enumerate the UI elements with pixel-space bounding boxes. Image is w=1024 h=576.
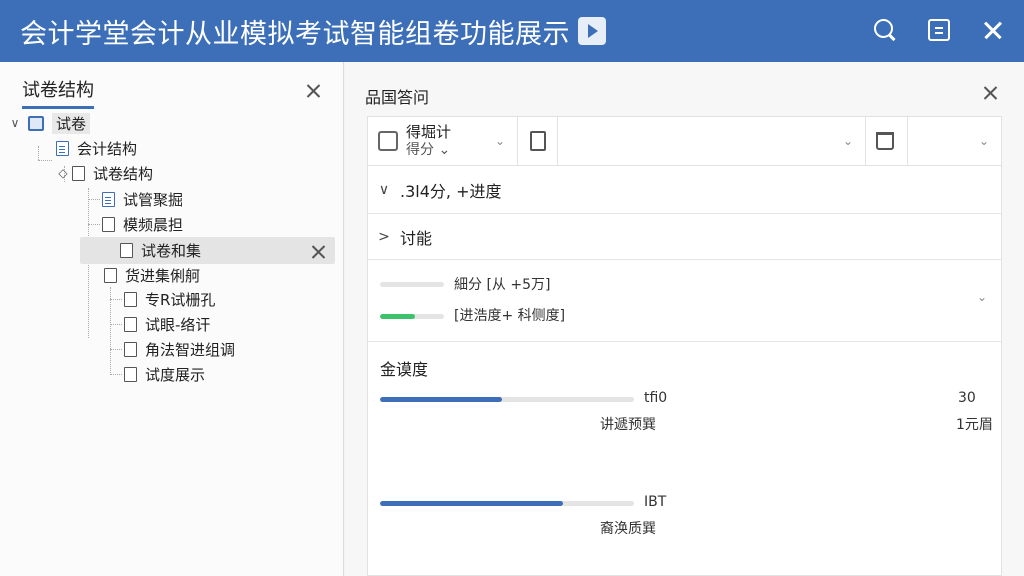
toolbar: 得堀计 得分 ⌄ ⌄ ⌄ ⌄ — [367, 116, 1002, 166]
bar-value: 30 — [958, 390, 976, 406]
tree-label: 试卷结构 — [93, 164, 154, 183]
file-icon — [530, 131, 546, 151]
tree-label: 试眼-络讦 — [145, 315, 211, 334]
chevron-down-icon[interactable]: ∨ — [10, 116, 20, 130]
tree-node-root[interactable]: ∨ 试卷 — [10, 112, 91, 134]
file-select[interactable]: ⌄ — [558, 117, 866, 165]
play-icon[interactable] — [578, 17, 606, 45]
select-label: 得堀计 — [406, 123, 452, 141]
summary-fill — [380, 397, 502, 402]
chevron-down-icon: ⌄ — [842, 134, 853, 148]
panel-title: 品国答问 — [365, 88, 430, 107]
chevron-down-icon: ∨ — [378, 181, 390, 198]
progress-bar — [380, 282, 444, 287]
chevron-down-icon: ⌄ — [978, 134, 989, 148]
tree-label: 试卷和集 — [141, 241, 202, 260]
search-icon[interactable] — [872, 17, 898, 43]
section-collapsed[interactable]: > 讨能 — [368, 214, 1001, 260]
content-card: ∨ .3l4分, +进度 > 讨能 細分 [从 +5万] [进浩度+ 科侧度] … — [367, 166, 1002, 576]
chevron-down-icon[interactable]: ◇ — [58, 166, 68, 180]
calculator-icon — [378, 131, 398, 151]
title-bar: 会计学堂会计从业模拟考试智能组卷功能展示 — [0, 0, 1024, 62]
document-icon — [102, 216, 115, 232]
section-label: 讨能 — [400, 228, 433, 248]
document-icon — [120, 242, 133, 258]
tree-node[interactable]: 模频晨担 — [102, 213, 183, 235]
chevron-down-icon[interactable]: ⌄ — [977, 290, 987, 304]
document-icon — [124, 316, 137, 332]
folder-icon — [28, 115, 44, 131]
structure-panel: 试卷结构 ∨ 试卷 会计结构 ◇ 试卷结构 试管聚掘 模频晨担 试卷和集 货进集… — [0, 62, 344, 576]
bar-sublabel: 裔涣质巽 — [600, 521, 656, 537]
tree-node[interactable]: 试眼-络讦 — [124, 313, 210, 335]
bar-label: IBT — [644, 494, 667, 510]
selected-row[interactable] — [80, 237, 335, 264]
document-icon — [104, 267, 117, 283]
document-icon — [72, 165, 85, 181]
summary-bar — [380, 501, 634, 506]
tree-node[interactable]: 会计结构 — [56, 137, 137, 159]
tree-node[interactable]: 货进集俐舸 — [104, 264, 200, 286]
score-select[interactable]: 得堀计 得分 ⌄ ⌄ — [368, 117, 518, 165]
document-icon — [56, 140, 69, 156]
file-button[interactable] — [518, 117, 558, 165]
tree-node[interactable]: 角法智进组调 — [124, 338, 235, 360]
select-sublabel: 得分 — [406, 142, 434, 158]
extra-select[interactable]: ⌄ — [908, 117, 1001, 165]
section-expanded[interactable]: ∨ .3l4分, +进度 — [368, 166, 1001, 214]
tree-label: 试管聚掘 — [123, 190, 184, 209]
trash-icon — [876, 132, 894, 150]
tree-label: 会计结构 — [77, 139, 138, 158]
progress-label: [进浩度+ 科侧度] — [454, 308, 566, 324]
tree-label: 专R试栅孔 — [145, 290, 216, 309]
details-panel: 品国答问 得堀计 得分 ⌄ ⌄ ⌄ ⌄ ∨ .3l4分, +进度 > 讨能 細分… — [345, 62, 1024, 576]
document-icon — [124, 341, 137, 357]
progress-fill — [380, 314, 416, 319]
menu-icon[interactable] — [928, 19, 950, 41]
tree-node[interactable]: 试管聚掘 — [102, 188, 183, 210]
tree-label: 货进集俐舸 — [125, 266, 201, 285]
summary-bar — [380, 397, 634, 402]
document-icon — [124, 366, 137, 382]
tree-node-selected[interactable]: 试卷和集 — [120, 239, 201, 261]
close-icon[interactable] — [980, 17, 1006, 43]
chevron-right-icon: > — [378, 228, 390, 245]
remove-item-icon[interactable] — [310, 243, 328, 261]
close-panel-icon[interactable] — [982, 84, 1000, 102]
progress-block: 細分 [从 +5万] [进浩度+ 科侧度] ⌄ — [368, 260, 1001, 342]
summary-title: 金谟度 — [380, 360, 429, 379]
bar-value-sub: 1元眉 — [956, 417, 993, 433]
tree-label: 试卷 — [52, 112, 91, 134]
trash-button[interactable] — [866, 117, 908, 165]
document-icon — [124, 291, 137, 307]
tree-label: 试度展示 — [145, 365, 206, 384]
bar-label: tfi0 — [644, 390, 668, 406]
document-icon — [102, 191, 115, 207]
bar-sublabel: 讲遞预巽 — [600, 417, 656, 433]
chevron-down-icon: ⌄ — [494, 134, 505, 148]
summary-fill — [380, 501, 563, 506]
tree-node[interactable]: ◇ 试卷结构 — [58, 162, 153, 184]
tree-node[interactable]: 试度展示 — [124, 363, 205, 385]
tree-label: 角法智进组调 — [145, 340, 236, 359]
tree-label: 模频晨担 — [123, 215, 184, 234]
section-label: .3l4分, +进度 — [400, 181, 502, 201]
tree-node[interactable]: 专R试栅孔 — [124, 288, 215, 310]
close-panel-icon[interactable] — [305, 82, 323, 100]
app-title: 会计学堂会计从业模拟考试智能组卷功能展示 — [20, 18, 570, 50]
panel-title: 试卷结构 — [22, 76, 94, 109]
progress-label: 細分 [从 +5万] — [454, 277, 551, 293]
progress-bar — [380, 314, 444, 319]
